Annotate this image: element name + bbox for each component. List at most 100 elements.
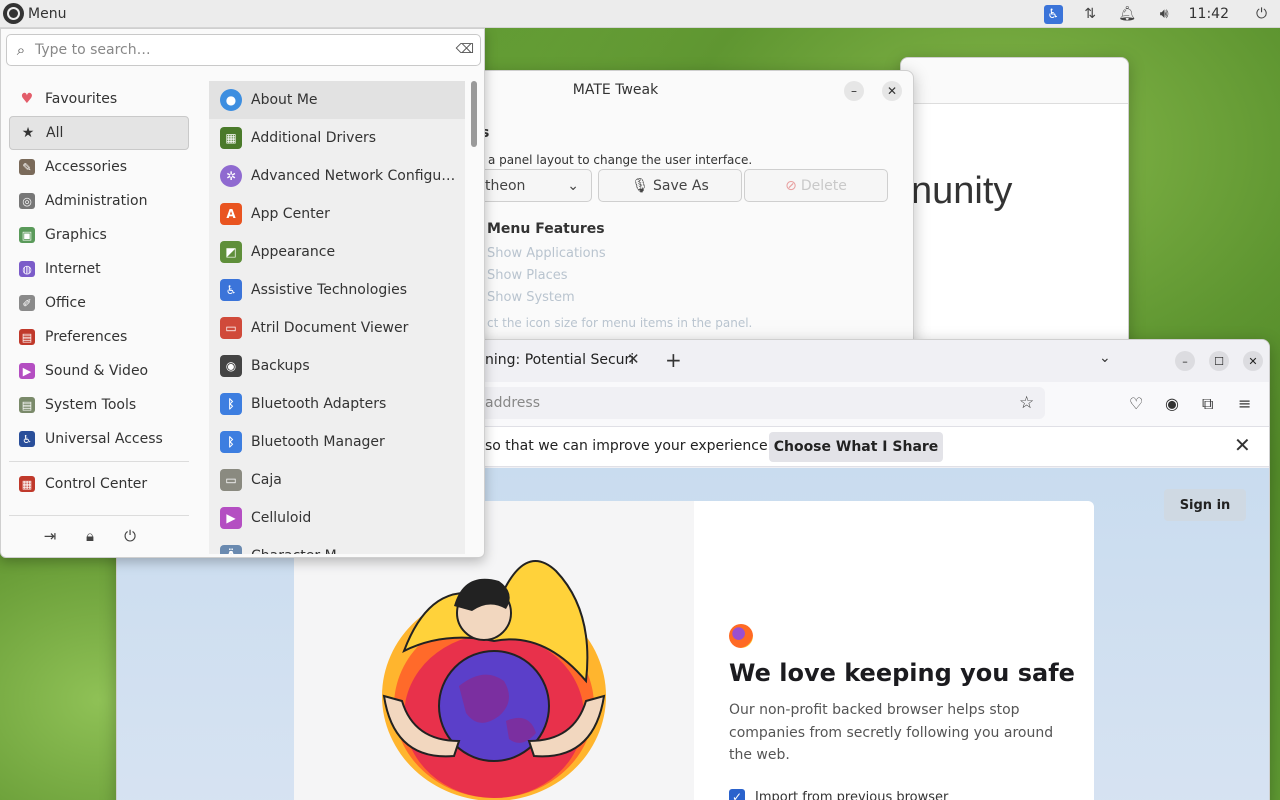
- app-label: About Me: [251, 92, 318, 108]
- network-icon: ⇅: [1084, 6, 1096, 22]
- sign-in-button[interactable]: Sign in: [1164, 489, 1246, 521]
- mate-tweak-window[interactable]: MATE Tweak – ✕ s a panel layout to chang…: [447, 70, 914, 350]
- category-sound-video[interactable]: ▶ Sound & Video: [9, 354, 189, 388]
- tab-close-icon[interactable]: ✕: [627, 350, 640, 368]
- notifications-tray[interactable]: 🔔︎: [1109, 0, 1146, 28]
- save-as-button[interactable]: 🎙︎ Save As: [598, 169, 742, 202]
- search-input[interactable]: Type to search…: [35, 42, 151, 58]
- app-label: Backups: [251, 358, 310, 374]
- app-center-icon: A: [220, 203, 242, 225]
- network-tray[interactable]: ⇅: [1072, 0, 1109, 28]
- icon-size-text: ct the icon size for menu items in the p…: [487, 316, 753, 330]
- category-divider: [9, 461, 189, 462]
- lock-icon[interactable]: 🔒︎: [81, 527, 99, 545]
- category-graphics[interactable]: ▣ Graphics: [9, 218, 189, 252]
- import-checkbox-row[interactable]: ✓ Import from previous browser: [729, 789, 948, 800]
- category-label: Sound & Video: [45, 363, 149, 379]
- internet-icon: ◍: [19, 261, 35, 277]
- app-label: Character M…: [251, 548, 351, 554]
- app-item[interactable]: ● About Me: [209, 81, 465, 119]
- appearance-icon: ◩: [220, 241, 242, 263]
- app-item[interactable]: ▭ Atril Document Viewer: [209, 309, 465, 347]
- category-system-tools[interactable]: ▤ System Tools: [9, 388, 189, 422]
- clear-search-icon[interactable]: ⌫: [456, 42, 474, 57]
- minimize-icon: –: [1182, 354, 1188, 368]
- preferences-icon: ▤: [19, 329, 35, 345]
- app-item[interactable]: ▭ Caja: [209, 461, 465, 499]
- category-accessories[interactable]: ✎ Accessories: [9, 150, 189, 184]
- control-center-item[interactable]: ▦ Control Center: [9, 467, 189, 501]
- office-icon: ✐: [19, 295, 35, 311]
- app-label: Bluetooth Adapters: [251, 396, 387, 412]
- choose-what-i-share-button[interactable]: Choose What I Share: [769, 432, 943, 462]
- feature-show-system[interactable]: Show System: [487, 290, 575, 305]
- search-box[interactable]: ⌕ Type to search… ⌫: [6, 34, 481, 66]
- accessibility-tray[interactable]: ♿: [1035, 0, 1072, 28]
- app-item[interactable]: ◉ Backups: [209, 347, 465, 385]
- category-label: Graphics: [45, 227, 107, 243]
- delete-button[interactable]: ⊘ Delete: [744, 169, 888, 202]
- feature-show-applications[interactable]: Show Applications: [487, 246, 606, 261]
- power-tray[interactable]: ⏻: [1243, 0, 1280, 28]
- minimize-button[interactable]: –: [844, 81, 864, 101]
- folder-icon: ▭: [220, 469, 242, 491]
- browser-maximize-button[interactable]: ☐: [1209, 351, 1229, 371]
- menu-features-heading: Menu Features: [487, 221, 605, 237]
- tab-list-chevron-icon[interactable]: ⌄: [1099, 350, 1111, 366]
- user-icon: ●: [220, 89, 242, 111]
- pocket-icon[interactable]: ♡: [1129, 394, 1143, 413]
- app-item[interactable]: A App Center: [209, 195, 465, 233]
- app-item[interactable]: ✲ Advanced Network Configu…: [209, 157, 465, 195]
- logout-icon[interactable]: ⇥: [41, 527, 59, 545]
- bluetooth-icon: ᛒ: [220, 393, 242, 415]
- account-icon[interactable]: ◉: [1165, 394, 1179, 413]
- extensions-icon[interactable]: ⧉: [1202, 394, 1213, 414]
- category-label: All: [46, 125, 64, 141]
- app-item[interactable]: ᛒ Bluetooth Manager: [209, 423, 465, 461]
- category-all[interactable]: ★ All: [9, 116, 189, 150]
- category-preferences[interactable]: ▤ Preferences: [9, 320, 189, 354]
- ubuntu-logo-icon: [3, 3, 24, 24]
- close-button[interactable]: ✕: [882, 81, 902, 101]
- category-label: Favourites: [45, 91, 118, 107]
- universal-access-icon: ♿: [19, 431, 35, 447]
- clock[interactable]: 11:42: [1183, 6, 1243, 22]
- app-item[interactable]: Ä Character M…: [209, 537, 465, 554]
- category-internet[interactable]: ◍ Internet: [9, 252, 189, 286]
- app-item[interactable]: ▶ Celluloid: [209, 499, 465, 537]
- app-item[interactable]: ᛒ Bluetooth Adapters: [209, 385, 465, 423]
- browser-close-button[interactable]: ✕: [1243, 351, 1263, 371]
- checkbox-checked-icon[interactable]: ✓: [729, 789, 745, 800]
- notification-close-icon[interactable]: ✕: [1234, 433, 1251, 457]
- bookmark-star-icon[interactable]: ☆: [1019, 393, 1034, 413]
- layout-value: theon: [485, 177, 526, 194]
- category-office[interactable]: ✐ Office: [9, 286, 189, 320]
- browser-minimize-button[interactable]: –: [1175, 351, 1195, 371]
- category-favourites[interactable]: ♥ Favourites: [9, 82, 189, 116]
- menu-button[interactable]: Menu: [0, 0, 72, 28]
- category-universal-access[interactable]: ♿ Universal Access: [9, 422, 189, 456]
- app-label: Appearance: [251, 244, 336, 260]
- system-tools-icon: ▤: [19, 397, 35, 413]
- app-label: Bluetooth Manager: [251, 434, 385, 450]
- hamburger-menu-icon[interactable]: ≡: [1238, 394, 1251, 413]
- app-item[interactable]: ◩ Appearance: [209, 233, 465, 271]
- background-window[interactable]: nunity: [900, 57, 1129, 352]
- close-icon: ✕: [886, 84, 898, 98]
- background-window-text: nunity: [911, 170, 1013, 212]
- app-list-scrollbar[interactable]: [471, 81, 477, 147]
- app-item[interactable]: ▦ Additional Drivers: [209, 119, 465, 157]
- tab-title[interactable]: ning: Potential Securi: [485, 352, 634, 368]
- shutdown-icon[interactable]: ⏻: [121, 527, 139, 545]
- category-label: Administration: [45, 193, 148, 209]
- volume-tray[interactable]: 🔊︎: [1146, 0, 1183, 28]
- panel-subtitle: a panel layout to change the user interf…: [488, 153, 753, 167]
- new-tab-button[interactable]: +: [665, 348, 682, 372]
- category-label: Preferences: [45, 329, 128, 345]
- control-center-icon: ▦: [19, 476, 35, 492]
- feature-show-places[interactable]: Show Places: [487, 268, 568, 283]
- category-label: Office: [45, 295, 86, 311]
- actions-divider: [9, 515, 189, 516]
- category-administration[interactable]: ◎ Administration: [9, 184, 189, 218]
- app-item[interactable]: ♿ Assistive Technologies: [209, 271, 465, 309]
